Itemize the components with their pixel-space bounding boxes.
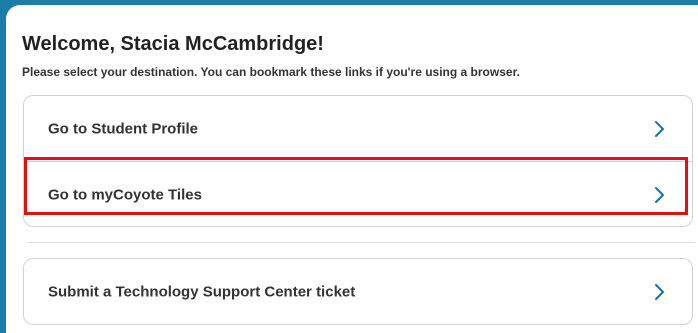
destination-card: Go to Student Profile Go to myCoyote Til… [23,95,693,227]
instructions-text: Please select your destination. You can … [22,65,520,79]
chevron-right-icon [652,186,666,204]
support-card: Submit a Technology Support Center ticke… [23,258,693,325]
student-profile-label: Go to Student Profile [48,120,198,138]
support-ticket-label: Submit a Technology Support Center ticke… [48,283,356,301]
chevron-right-icon [652,283,666,301]
welcome-heading: Welcome, Stacia McCambridge! [22,33,324,55]
support-ticket-link[interactable]: Submit a Technology Support Center ticke… [24,259,692,325]
destination-panel: Welcome, Stacia McCambridge! Please sele… [6,5,698,333]
mycoyote-tiles-label: Go to myCoyote Tiles [48,186,202,204]
section-divider [27,242,695,243]
student-profile-link[interactable]: Go to Student Profile [24,96,692,162]
chevron-right-icon [652,120,666,138]
mycoyote-tiles-link[interactable]: Go to myCoyote Tiles [24,162,692,228]
